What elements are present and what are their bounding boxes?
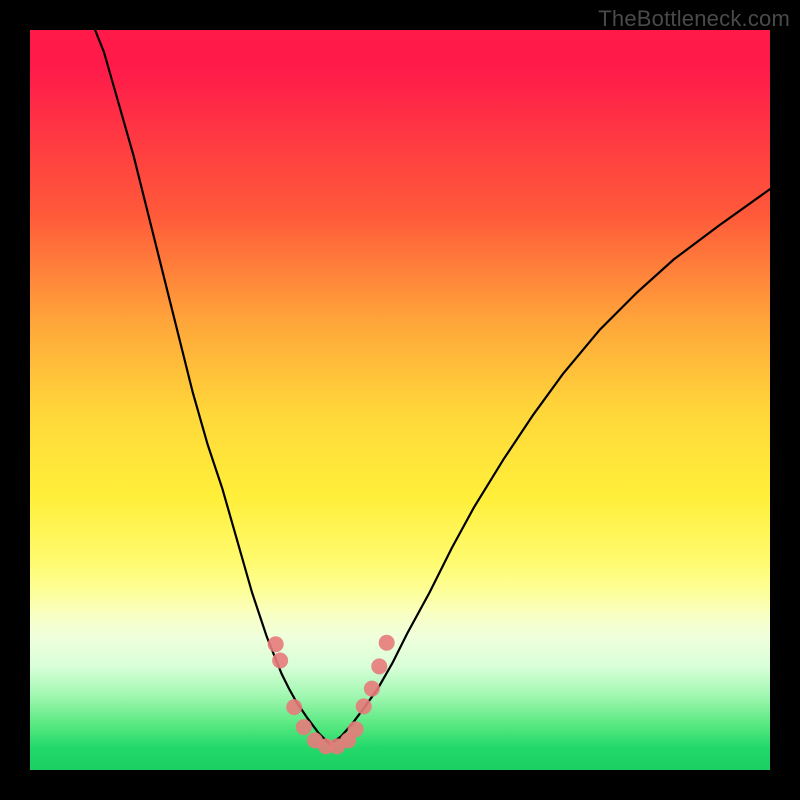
chart-marker <box>371 658 387 674</box>
chart-markers <box>268 635 395 755</box>
chart-series-left <box>89 15 330 744</box>
chart-svg <box>30 30 770 770</box>
chart-marker <box>268 636 284 652</box>
chart-series-right <box>330 189 770 744</box>
plot-area <box>30 30 770 770</box>
chart-marker <box>272 652 288 668</box>
chart-marker <box>379 635 395 651</box>
watermark-label: TheBottleneck.com <box>598 6 790 32</box>
chart-frame: TheBottleneck.com <box>0 0 800 800</box>
chart-marker <box>364 681 380 697</box>
chart-marker <box>356 698 372 714</box>
chart-marker <box>348 721 364 737</box>
chart-marker <box>296 719 312 735</box>
chart-marker <box>286 699 302 715</box>
